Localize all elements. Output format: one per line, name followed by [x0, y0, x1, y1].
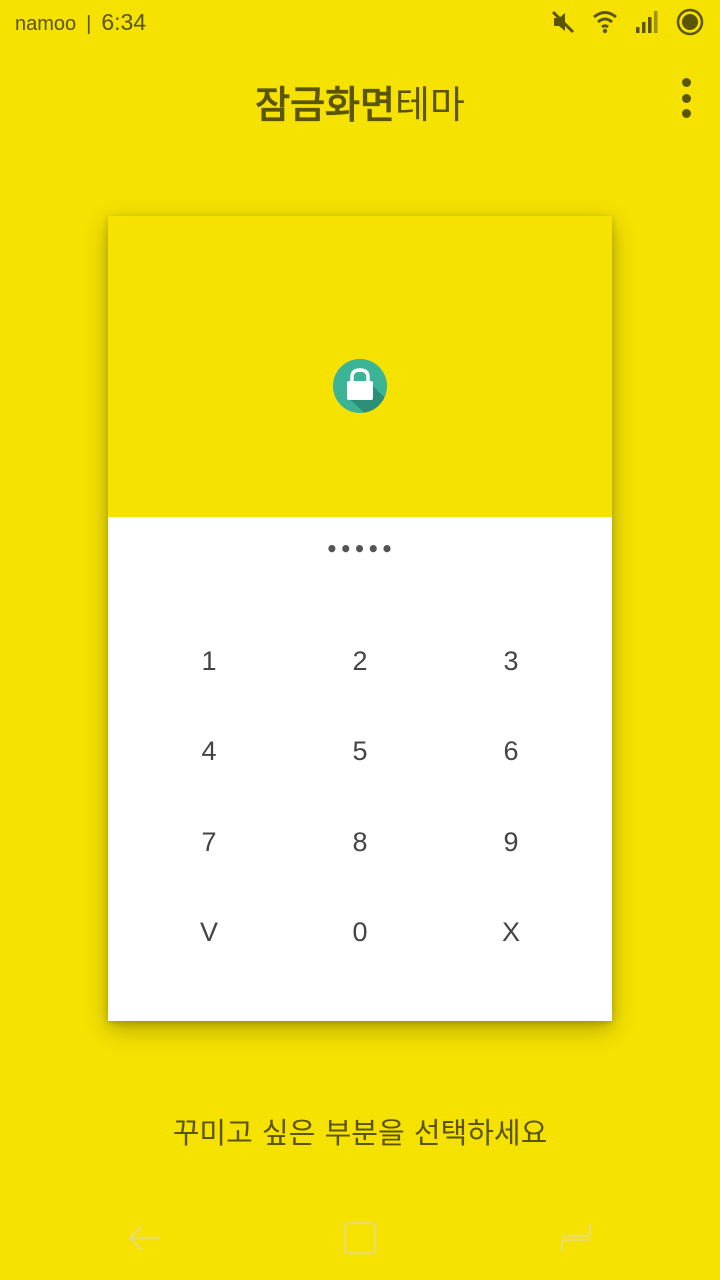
home-icon[interactable]: [340, 1218, 380, 1258]
key-3[interactable]: 3: [451, 621, 571, 701]
key-5[interactable]: 5: [300, 711, 420, 791]
lock-icon[interactable]: [333, 359, 387, 413]
key-confirm[interactable]: V: [149, 892, 269, 972]
hint-text: 꾸미고 싶은 부분을 선택하세요: [172, 1116, 548, 1150]
status-separator: |: [86, 13, 92, 35]
page-title-bold: 잠금화면: [255, 83, 395, 127]
carrier-name: namoo: [15, 13, 77, 35]
key-6[interactable]: 6: [451, 711, 571, 791]
key-4[interactable]: 4: [149, 711, 269, 791]
key-0[interactable]: 0: [300, 892, 420, 972]
more-vert-icon-dot: [681, 93, 691, 103]
app-header: 잠금화면테마: [0, 70, 720, 130]
navigation-bar: [0, 1200, 720, 1280]
page-title: 잠금화면테마: [0, 74, 720, 129]
key-9[interactable]: 9: [451, 802, 571, 882]
status-icons: [550, 8, 704, 36]
recents-icon[interactable]: [556, 1218, 596, 1258]
key-8[interactable]: 8: [300, 802, 420, 882]
page-title-regular: 테마: [394, 83, 465, 127]
more-vert-icon: [681, 78, 691, 87]
key-delete[interactable]: X: [451, 892, 571, 972]
more-vert-icon-dot: [681, 109, 691, 118]
wifi-icon: [592, 9, 618, 35]
more-options-button[interactable]: [674, 78, 698, 118]
lock-screen-theme-screen: namoo | 6:34 잠금화면테마 ••••• 1 2 3 4 5 6 7 …: [0, 0, 720, 1280]
status-bar: namoo | 6:34: [0, 0, 720, 44]
status-left: namoo | 6:34: [15, 9, 146, 36]
back-icon[interactable]: [124, 1218, 164, 1258]
clock: 6:34: [101, 9, 147, 35]
key-2[interactable]: 2: [300, 621, 420, 701]
preview-keypad-area[interactable]: ••••• 1 2 3 4 5 6 7 8 9 V 0 X: [108, 517, 612, 1021]
signal-icon: [634, 9, 660, 35]
pin-dots: •••••: [325, 537, 395, 561]
notification-icon: [676, 8, 704, 36]
key-1[interactable]: 1: [149, 621, 269, 701]
lock-screen-preview: ••••• 1 2 3 4 5 6 7 8 9 V 0 X: [108, 216, 612, 1021]
mute-icon: [550, 9, 576, 35]
key-7[interactable]: 7: [149, 802, 269, 882]
preview-background-area[interactable]: [108, 216, 612, 517]
